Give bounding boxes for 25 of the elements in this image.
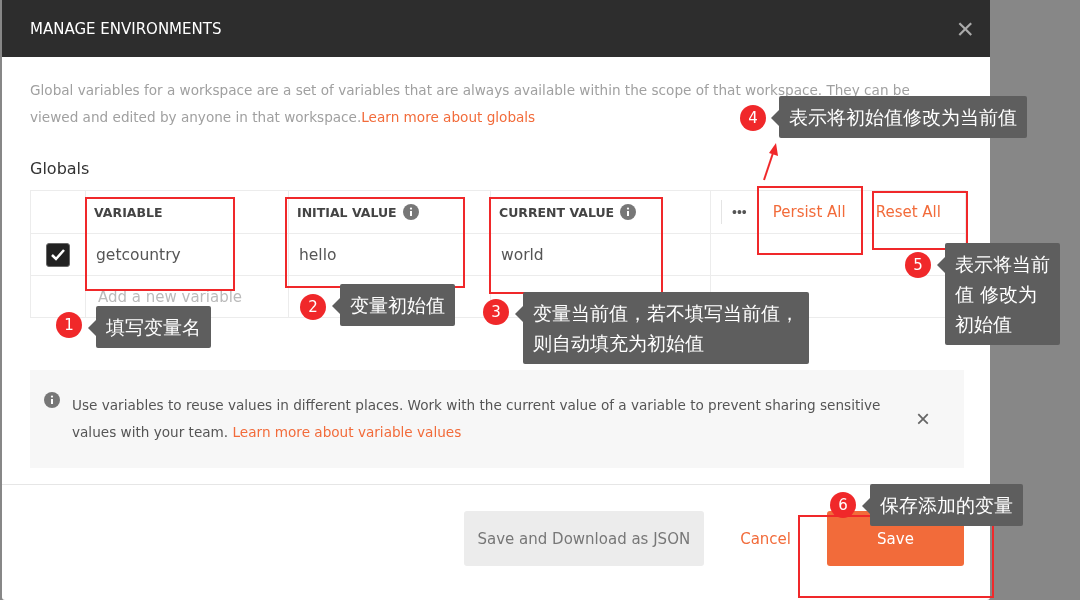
column-header: VARIABLE bbox=[94, 204, 163, 220]
column-header: CURRENT VALUE bbox=[499, 204, 615, 220]
variable-values-link[interactable]: Learn more about variable values bbox=[232, 424, 462, 440]
table-cell: world bbox=[501, 245, 544, 264]
annotation-tooltip: 变量当前值，若不填写当前值， 则自动填充为初始值 bbox=[523, 292, 809, 364]
close-button[interactable]: × bbox=[956, 13, 974, 44]
notice-text: Use variables to reuse values in different places. Work with the current value of a variable to prevent sharing sensitive values with your team. Learn more about variable values bbox=[72, 396, 882, 442]
input-field[interactable]: Add a new variable bbox=[96, 286, 290, 307]
annotation-tooltip: 保存添加的变量 bbox=[870, 484, 1023, 526]
action-link[interactable]: Persist All bbox=[757, 199, 861, 225]
annotation-tooltip: 表示将初始值修改为当前值 bbox=[779, 96, 1027, 138]
globals-link[interactable]: Learn more about globals bbox=[361, 109, 536, 125]
annotation-tooltip: 表示将当前 值 修改为 初始值 bbox=[945, 243, 1060, 345]
more-button[interactable]: ••• bbox=[721, 200, 758, 224]
cancel-button[interactable]: Cancel bbox=[726, 511, 805, 566]
close-button[interactable]: × bbox=[896, 405, 950, 433]
table-cell: getcountry bbox=[96, 245, 181, 264]
window-title: MANAGE ENVIRONMENTS bbox=[30, 19, 222, 38]
column-header: INITIAL VALUE bbox=[297, 204, 397, 220]
action-link[interactable]: Reset All bbox=[860, 199, 956, 225]
section-title: Globals bbox=[30, 159, 91, 178]
annotation-tooltip: 变量初始值 bbox=[340, 284, 455, 326]
annotation-tooltip: 填写变量名 bbox=[96, 306, 211, 348]
download-button[interactable]: Save and Download as JSON bbox=[463, 511, 705, 566]
table-cell: hello bbox=[299, 245, 337, 264]
